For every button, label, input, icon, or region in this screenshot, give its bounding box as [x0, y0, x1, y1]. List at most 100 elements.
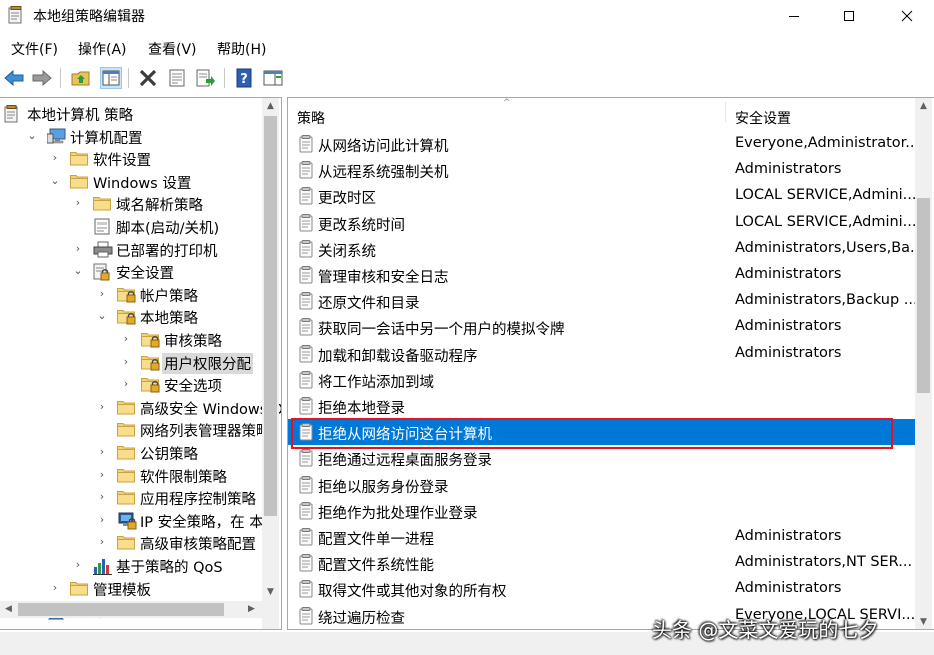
chevron-right-icon[interactable]: › [72, 559, 84, 571]
gpedit-app-icon [8, 6, 24, 24]
scroll-left-arrow-icon[interactable]: ◀ [0, 601, 17, 618]
console-tree-icon [102, 70, 120, 86]
chevron-right-icon[interactable]: › [120, 333, 132, 345]
policy-row[interactable]: 更改系统时间 LOCAL SERVICE,Admini... [288, 210, 916, 236]
policy-row[interactable]: 获取同一会话中另一个用户的模拟令牌 Administrators [288, 314, 916, 340]
tree-node[interactable]: › 高级审核策略配置 [0, 532, 262, 554]
list-scroll-thumb[interactable] [917, 198, 930, 393]
policy-row[interactable]: 取得文件或其他对象的所有权 Administrators [288, 576, 916, 602]
chevron-right-icon[interactable]: › [96, 400, 108, 413]
help-button[interactable]: ? [233, 67, 255, 89]
policy-row[interactable]: 管理审核和安全日志 Administrators [288, 262, 916, 288]
chevron-right-icon[interactable]: › [72, 242, 84, 255]
folder-icon [117, 399, 135, 416]
close-button[interactable] [884, 0, 930, 31]
tree-node[interactable]: › 软件设置 [0, 148, 262, 170]
chevron-right-icon[interactable]: › [72, 197, 84, 209]
chevron-down-icon[interactable]: ⌄ [49, 174, 61, 187]
policy-name: 拒绝作为批处理作业登录 [318, 505, 478, 522]
menu-view[interactable]: 查看(V) [148, 39, 197, 59]
policy-row[interactable]: 将工作站添加到域 [288, 367, 916, 393]
tree-node[interactable]: › 安全选项 [0, 374, 262, 396]
policy-security-setting: Administrators [735, 161, 842, 178]
console-tree-pane[interactable]: 本地计算机 策略 ⌄ 计算机配置 › 软件设置 ⌄ Windows 设置 › 域名解析策略 脚本(… [0, 97, 282, 630]
tree-scroll-thumb[interactable] [264, 116, 277, 516]
list-scroll-down-arrow-icon[interactable]: ▼ [915, 614, 932, 629]
tree-node[interactable]: ⌄ 本地策略 [0, 306, 262, 328]
tree-node[interactable]: › 软件限制策略 [0, 465, 262, 487]
chevron-down-icon[interactable]: ⌄ [72, 265, 84, 277]
back-button[interactable] [3, 67, 25, 89]
tree-node[interactable]: › 用户权限分配 [0, 352, 262, 374]
tree-node[interactable]: › 高级安全 Windows D [0, 397, 281, 419]
show-hide-tree-button[interactable] [100, 67, 122, 89]
chevron-right-icon[interactable]: › [120, 378, 132, 390]
tree-node[interactable]: › 应用程序控制策略 [0, 487, 262, 509]
tree-node[interactable]: › 公钥策略 [0, 442, 262, 464]
policy-row[interactable]: 配置文件单一进程 Administrators [288, 524, 916, 550]
policy-row[interactable]: 配置文件系统性能 Administrators,NT SER... [288, 550, 916, 576]
chevron-right-icon[interactable]: › [49, 152, 61, 164]
title-bar[interactable]: 本地组策略编辑器 [0, 0, 934, 31]
chevron-right-icon[interactable]: › [96, 491, 108, 503]
delete-button[interactable] [137, 67, 159, 89]
policy-row[interactable]: 从远程系统强制关机 Administrators [288, 157, 916, 183]
tree-node[interactable]: ⌄ 计算机配置 [0, 126, 262, 148]
export-list-button[interactable] [195, 67, 217, 89]
chevron-right-icon[interactable]: › [96, 287, 108, 300]
tree-node[interactable]: 本地计算机 策略 [0, 103, 262, 125]
list-scroll-up-arrow-icon[interactable]: ▲ [915, 98, 932, 115]
policy-row[interactable]: 加载和卸载设备驱动程序 Administrators [288, 341, 916, 367]
tree-hscroll-thumb[interactable] [18, 603, 224, 616]
group-policy-editor-window: 本地组策略编辑器 文件(F) 操作(A) 查看(V) 帮助(H) ? 本地计算机… [0, 0, 934, 655]
policy-row[interactable]: 拒绝以服务身份登录 [288, 472, 916, 498]
chevron-right-icon[interactable]: › [49, 581, 61, 594]
column-header-security-setting[interactable]: 安全设置 [735, 108, 791, 133]
menu-bar: 文件(F) 操作(A) 查看(V) 帮助(H) [0, 36, 934, 60]
tree-horizontal-scrollbar[interactable]: ◀ ▶ [0, 601, 279, 618]
policy-row[interactable]: 拒绝通过远程桌面服务登录 [288, 445, 916, 471]
forward-button[interactable] [31, 67, 53, 89]
policy-row[interactable]: 从网络访问此计算机 Everyone,Administrator... [288, 131, 916, 157]
scroll-up-arrow-icon[interactable]: ▲ [262, 98, 279, 115]
list-vertical-scrollbar[interactable]: ▲ ▼ [915, 98, 932, 629]
tree-node[interactable]: › IP 安全策略，在 本地 [0, 510, 278, 532]
scroll-right-arrow-icon[interactable]: ▶ [243, 601, 260, 618]
policy-row[interactable]: 更改时区 LOCAL SERVICE,Admini... [288, 183, 916, 209]
show-action-pane-button[interactable] [262, 67, 284, 89]
tree-node[interactable]: › 基于策略的 QoS [0, 555, 262, 577]
tree-node[interactable]: › 管理模板 [0, 578, 262, 600]
tree-node[interactable]: ⌄ 安全设置 [0, 261, 262, 283]
chevron-right-icon[interactable]: › [96, 446, 108, 458]
tree-node[interactable]: › 审核策略 [0, 329, 262, 351]
policy-row[interactable]: 拒绝作为批处理作业登录 [288, 498, 916, 524]
column-header-policy[interactable]: 策略 [297, 108, 325, 133]
chevron-right-icon[interactable]: › [120, 355, 132, 368]
tree-node-label: 安全选项 [164, 379, 222, 396]
chevron-right-icon[interactable]: › [96, 468, 108, 481]
tree-node[interactable]: › 域名解析策略 [0, 193, 262, 215]
up-one-level-button[interactable] [70, 67, 92, 89]
maximize-button[interactable] [826, 0, 872, 31]
chevron-right-icon[interactable]: › [96, 536, 108, 548]
menu-action[interactable]: 操作(A) [78, 39, 127, 59]
tree-node-label: 公钥策略 [140, 447, 198, 463]
menu-file[interactable]: 文件(F) [11, 39, 58, 59]
tree-node[interactable]: 脚本(启动/关机) [0, 216, 262, 238]
scroll-down-arrow-icon[interactable]: ▼ [262, 584, 279, 601]
tree-node[interactable]: ⌄ Windows 设置 [0, 171, 262, 193]
chevron-down-icon[interactable]: ⌄ [26, 129, 38, 142]
tree-node[interactable]: 网络列表管理器策略 [0, 419, 271, 441]
tree-vertical-scrollbar[interactable]: ▲ ▼ [262, 98, 279, 629]
chevron-right-icon[interactable]: › [96, 513, 108, 526]
tree-node[interactable]: › 帐户策略 [0, 284, 262, 306]
policy-row[interactable]: 关闭系统 Administrators,Users,Ba... [288, 236, 916, 262]
chevron-down-icon[interactable]: ⌄ [96, 310, 108, 322]
policy-row[interactable]: 拒绝本地登录 [288, 393, 916, 419]
menu-help[interactable]: 帮助(H) [217, 39, 266, 59]
policy-row[interactable]: 还原文件和目录 Administrators,Backup ... [288, 288, 916, 314]
minimize-button[interactable] [771, 0, 817, 31]
tree-node[interactable]: › 已部署的打印机 [0, 239, 262, 261]
properties-button[interactable] [166, 67, 188, 89]
policy-list-pane[interactable]: 策略 ^ 安全设置 从网络访问此计算机 Everyone,Administrato… [287, 97, 934, 630]
